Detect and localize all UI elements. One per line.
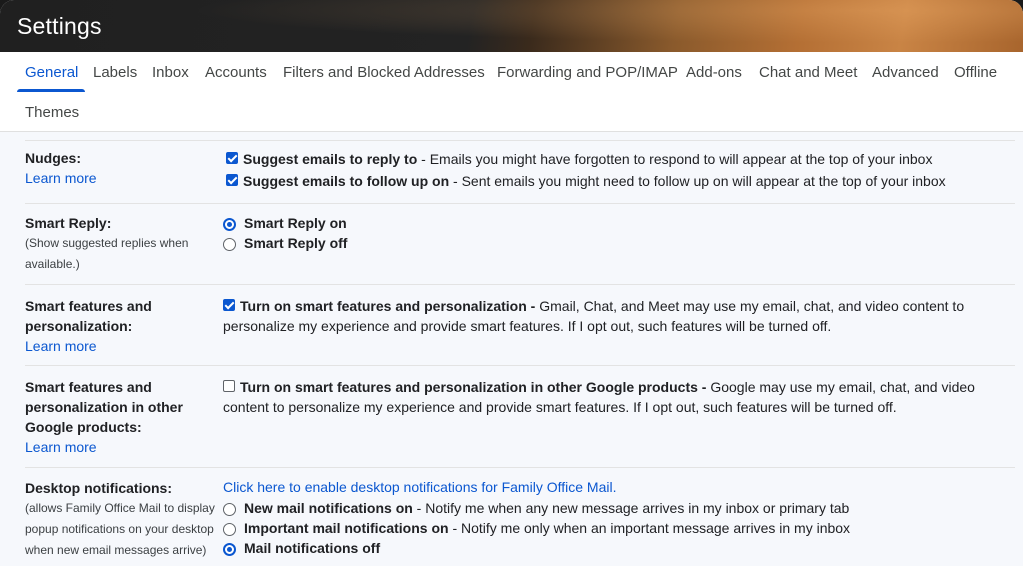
settings-content: Nudges: Learn more Suggest emails to rep… (0, 132, 1023, 566)
suggest-reply-desc: - Emails you might have forgotten to res… (417, 151, 933, 167)
row-divider (25, 203, 1015, 204)
important-mail-notifications-option: Important mail notifications on - Notify… (244, 518, 850, 538)
row-divider (25, 140, 1015, 141)
new-mail-notifications-option: New mail notifications on - Notify me wh… (244, 498, 849, 518)
settings-tabs: General Labels Inbox Accounts Filters an… (0, 52, 1023, 132)
tab-chat-and-meet[interactable]: Chat and Meet (759, 64, 857, 81)
smart-reply-off-radio[interactable] (223, 238, 236, 251)
smart-reply-off-text: Smart Reply off (244, 235, 348, 251)
enable-desktop-notifications-link[interactable]: Click here to enable desktop notificatio… (223, 479, 616, 495)
smart-features-title-2: personalization: (25, 318, 133, 334)
smart-features-title-1: Smart features and (25, 298, 152, 314)
tab-advanced[interactable]: Advanced (872, 64, 939, 81)
nudges-learn-more-link[interactable]: Learn more (25, 170, 97, 186)
smart-features-other-desc-1: Google may use my email, chat, and video (706, 379, 975, 395)
desktop-notifications-title: Desktop notifications: (25, 480, 173, 496)
suggest-follow-up-checkbox[interactable] (226, 174, 238, 186)
smart-features-other-checkbox[interactable] (223, 380, 235, 392)
smart-features-learn-more-link[interactable]: Learn more (25, 338, 97, 354)
tab-add-ons[interactable]: Add-ons (686, 64, 742, 81)
header-bar: Settings (0, 0, 1023, 52)
desktop-notifications-sub-1: (allows Family Office Mail to display (25, 501, 215, 515)
smart-features-other-title-2: personalization in other (25, 399, 183, 415)
smart-features-desc-2: personalize my experience and provide sm… (223, 318, 832, 334)
tab-offline[interactable]: Offline (954, 64, 997, 81)
page-title: Settings (17, 13, 102, 39)
smart-features-other-learn-more-link[interactable]: Learn more (25, 439, 97, 455)
tab-filters[interactable]: Filters and Blocked Addresses (283, 64, 485, 81)
smart-features-other-label: Turn on smart features and personalizati… (240, 379, 707, 395)
new-mail-notifications-label: New mail notifications on (244, 500, 413, 516)
smart-reply-on-label: Smart Reply on (244, 213, 347, 233)
tab-labels[interactable]: Labels (93, 64, 137, 81)
smart-features-line-1: Turn on smart features and personalizati… (240, 296, 1015, 316)
mail-notifications-off-radio[interactable] (223, 543, 236, 556)
smart-features-other-title-1: Smart features and (25, 379, 152, 395)
mail-notifications-off-option: Mail notifications off (244, 538, 380, 558)
desktop-notifications-sub-2: popup notifications on your desktop (25, 522, 214, 536)
smart-reply-on-radio[interactable] (223, 218, 236, 231)
smart-features-desc-1: Gmail, Chat, and Meet may use my email, … (535, 298, 965, 314)
tab-forwarding[interactable]: Forwarding and POP/IMAP (497, 64, 678, 81)
smart-features-checkbox[interactable] (223, 299, 235, 311)
suggest-follow-up-desc: - Sent emails you might need to follow u… (449, 173, 946, 189)
suggest-follow-up-label: Suggest emails to follow up on (243, 173, 450, 189)
smart-features-other-desc-2: content to personalize my experience and… (223, 399, 897, 415)
row-divider (25, 284, 1015, 285)
new-mail-notifications-radio[interactable] (223, 503, 236, 516)
tab-themes[interactable]: Themes (25, 104, 79, 121)
suggest-follow-up-option: Suggest emails to follow up on - Sent em… (243, 171, 946, 191)
active-tab-indicator (17, 89, 85, 92)
important-mail-notifications-label: Important mail notifications on (244, 520, 449, 536)
suggest-reply-label: Suggest emails to reply to (243, 151, 418, 167)
tab-general[interactable]: General (25, 64, 78, 81)
smart-reply-title: Smart Reply: (25, 215, 112, 231)
row-divider (25, 365, 1015, 366)
smart-reply-sub-2: available.) (25, 257, 80, 271)
row-divider (25, 467, 1015, 468)
suggest-reply-option: Suggest emails to reply to - Emails you … (243, 149, 932, 169)
smart-reply-sub-1: (Show suggested replies when (25, 236, 189, 250)
new-mail-notifications-desc: - Notify me when any new message arrives… (412, 500, 850, 516)
smart-reply-off-label: Smart Reply off (244, 233, 347, 253)
smart-reply-on-text: Smart Reply on (244, 215, 347, 231)
important-mail-notifications-desc: - Notify me only when an important messa… (448, 520, 851, 536)
smart-features-other-line-1: Turn on smart features and personalizati… (240, 377, 1015, 397)
nudges-title: Nudges: (25, 150, 81, 166)
smart-features-label: Turn on smart features and personalizati… (240, 298, 536, 314)
desktop-notifications-sub-3: when new email messages arrive) (25, 543, 207, 557)
important-mail-notifications-radio[interactable] (223, 523, 236, 536)
settings-window: Settings General Labels Inbox Accounts F… (0, 0, 1023, 566)
suggest-reply-checkbox[interactable] (226, 152, 238, 164)
smart-features-other-title-3: Google products: (25, 419, 142, 435)
tab-accounts[interactable]: Accounts (205, 64, 267, 81)
tab-inbox[interactable]: Inbox (152, 64, 189, 81)
mail-notifications-off-label: Mail notifications off (244, 540, 381, 556)
